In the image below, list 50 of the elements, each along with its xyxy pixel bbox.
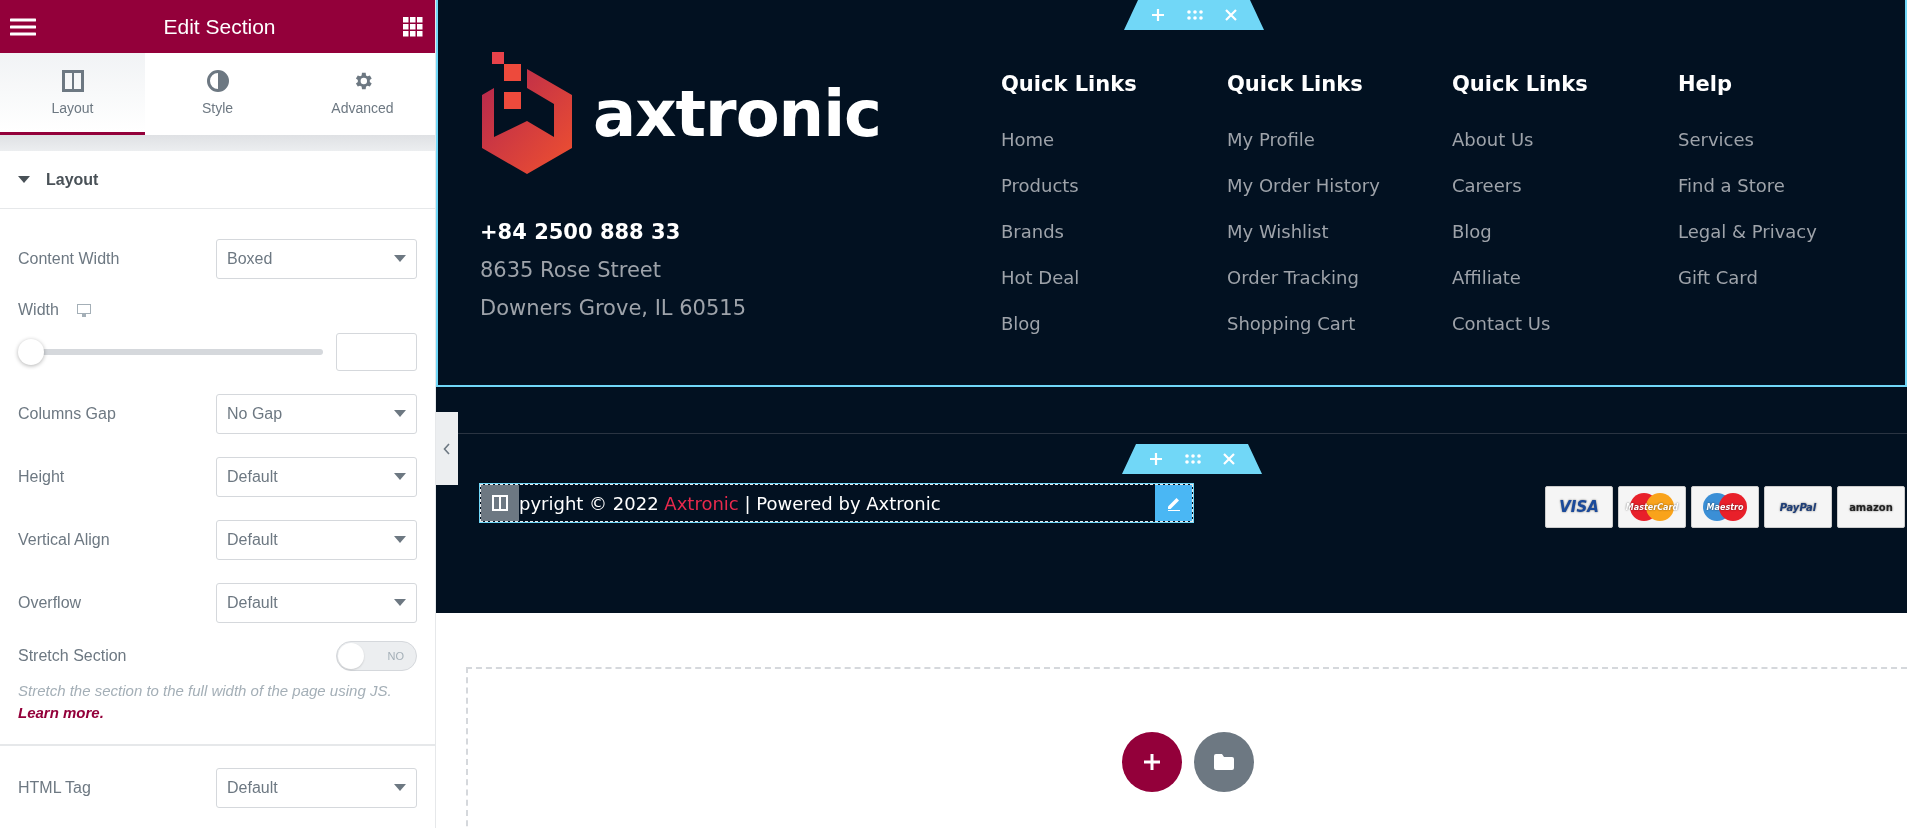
amazon-logo: amazon bbox=[1837, 486, 1905, 528]
control-label: Overflow bbox=[18, 593, 82, 612]
footer-link[interactable]: Home bbox=[1001, 129, 1227, 150]
panel-title: Edit Section bbox=[163, 14, 276, 39]
brand-name: axtronic bbox=[593, 77, 882, 151]
help-text: Stretch the section to the full width of the page using JS. Learn more. bbox=[18, 681, 393, 723]
column-heading: Help bbox=[1678, 72, 1734, 96]
copyright-widget[interactable]: pyright © 2022 Axtronic | Powered by Axtronic bbox=[480, 484, 1193, 522]
footer-link[interactable]: Legal & Privacy bbox=[1678, 221, 1905, 242]
address-line: 8635 Rose Street bbox=[480, 258, 662, 282]
select-field[interactable]: Default bbox=[216, 456, 417, 497]
phone-number: +84 2500 888 33 bbox=[480, 220, 682, 244]
column-heading: Quick Links bbox=[1227, 72, 1364, 96]
footer-link[interactable]: My Profile bbox=[1227, 129, 1452, 150]
footer-link[interactable]: Careers bbox=[1452, 175, 1678, 196]
learn-more-link[interactable]: Learn more. bbox=[18, 704, 104, 721]
control-label: Vertical Align bbox=[18, 530, 110, 549]
footer-link[interactable]: Gift Card bbox=[1678, 267, 1905, 288]
footer-link[interactable]: Shopping Cart bbox=[1227, 313, 1452, 334]
footer-link[interactable]: Hot Deal bbox=[1001, 267, 1227, 288]
select-field[interactable]: Default bbox=[216, 519, 417, 560]
panel-tab[interactable]: Layout bbox=[0, 53, 145, 135]
paypal-logo: PayPal bbox=[1764, 486, 1832, 528]
select-field[interactable]: Default bbox=[216, 582, 417, 623]
footer-link[interactable]: Order Tracking bbox=[1227, 267, 1452, 288]
footer-link[interactable]: Contact Us bbox=[1452, 313, 1678, 334]
control-label: Height bbox=[18, 467, 65, 486]
select-field[interactable]: Boxed bbox=[216, 238, 417, 279]
footer-link[interactable]: Services bbox=[1678, 129, 1905, 150]
footer-link[interactable]: My Wishlist bbox=[1227, 221, 1452, 242]
footer-link[interactable]: Blog bbox=[1001, 313, 1227, 334]
control-label: Columns Gap bbox=[18, 404, 116, 423]
select-field[interactable]: No Gap bbox=[216, 393, 417, 434]
copyright-text: pyright © 2022 Axtronic | Powered by Axtronic bbox=[519, 491, 942, 516]
control-label: Content Width bbox=[18, 249, 120, 268]
control-label: HTML Tag bbox=[18, 778, 91, 797]
footer-link[interactable]: Products bbox=[1001, 175, 1227, 196]
footer-link[interactable]: About Us bbox=[1452, 129, 1678, 150]
footer-link[interactable]: Blog bbox=[1452, 221, 1678, 242]
column-heading: Quick Links bbox=[1001, 72, 1138, 96]
footer-link[interactable]: Affiliate bbox=[1452, 267, 1678, 288]
select-field[interactable]: Default bbox=[216, 767, 417, 808]
column-heading: Quick Links bbox=[1452, 72, 1589, 96]
visa-card-logo: VISA bbox=[1545, 486, 1613, 528]
footer-link[interactable]: My Order History bbox=[1227, 175, 1452, 196]
footer-link[interactable]: Brands bbox=[1001, 221, 1227, 242]
control-label: Stretch Section bbox=[18, 647, 127, 665]
footer-link[interactable]: Find a Store bbox=[1678, 175, 1905, 196]
control-label: Width bbox=[18, 301, 59, 319]
address-line: Downers Grove, IL 60515 bbox=[480, 296, 748, 320]
